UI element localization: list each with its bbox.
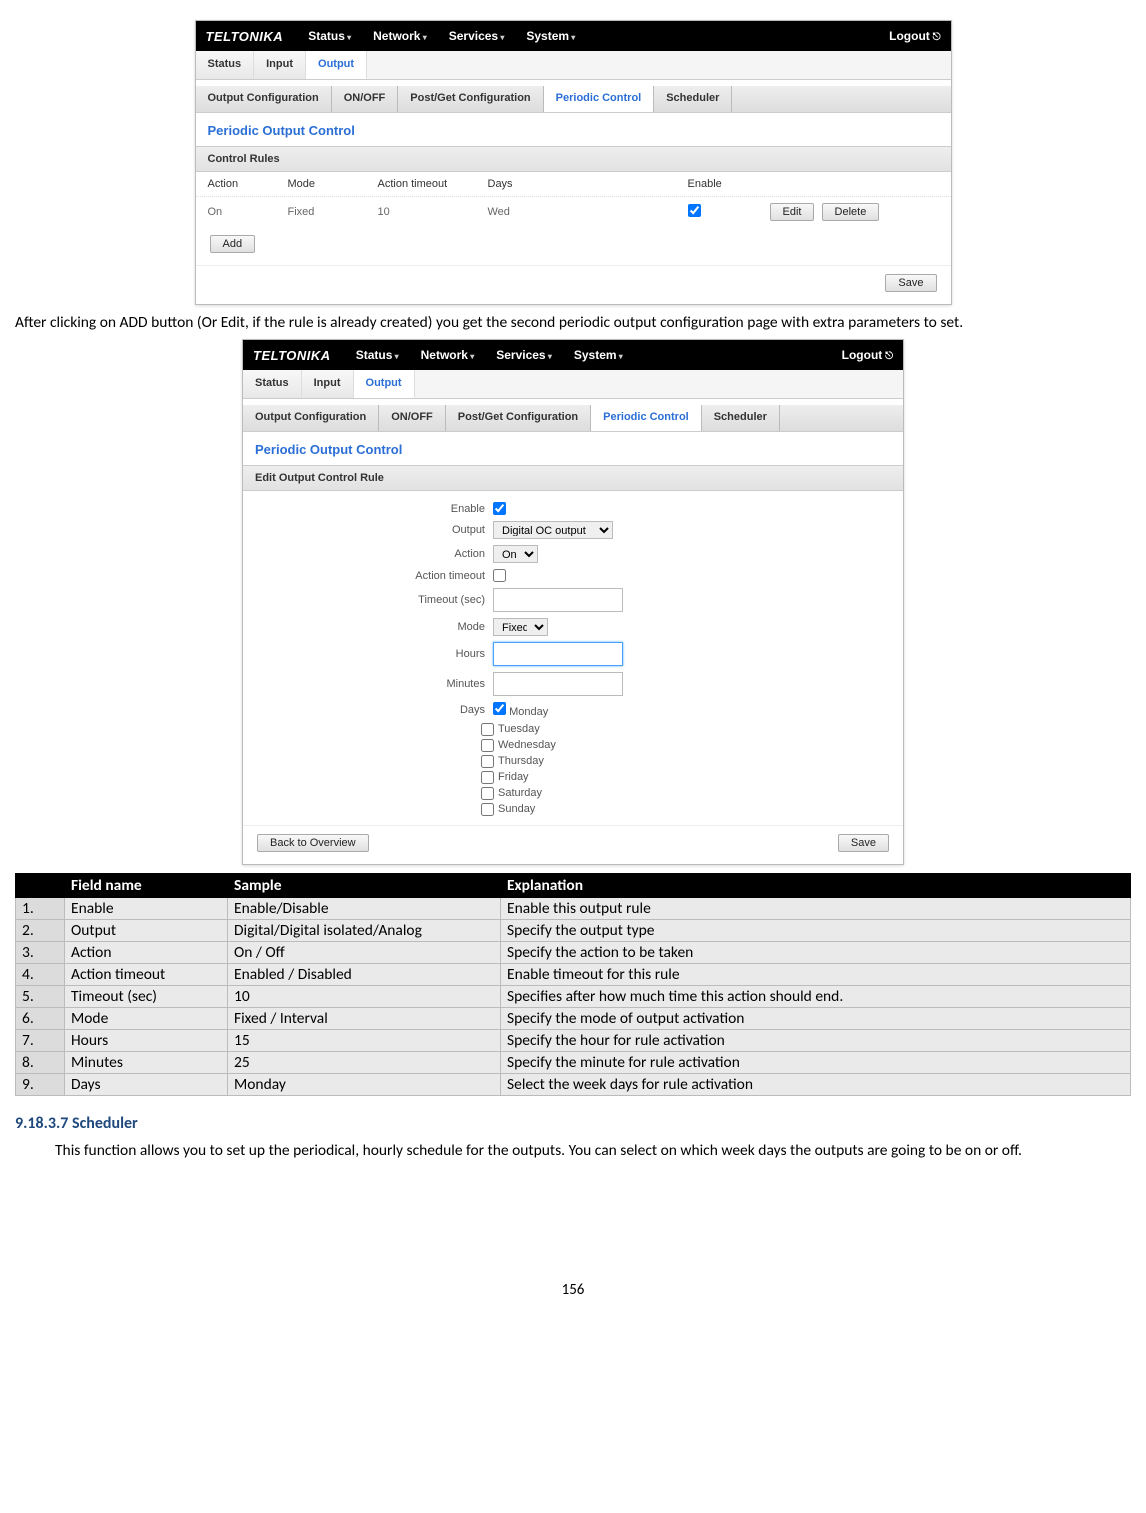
rules-table-head: Action Mode Action timeout Days Enable — [196, 172, 951, 196]
day-monday-checkbox[interactable] — [493, 702, 506, 715]
label-action-timeout: Action timeout — [255, 570, 493, 582]
day-saturday-checkbox[interactable] — [481, 787, 494, 800]
day-wednesday-checkbox[interactable] — [481, 739, 494, 752]
table-row: 7.Hours15Specify the hour for rule activ… — [16, 1030, 1131, 1052]
tab-postget[interactable]: Post/Get Configuration — [398, 86, 543, 112]
nav-status[interactable]: Status — [308, 29, 351, 43]
table-row: 3.ActionOn / OffSpecify the action to be… — [16, 942, 1131, 964]
day-friday-checkbox[interactable] — [481, 771, 494, 784]
table-row: On Fixed 10 Wed Edit Delete — [196, 196, 951, 227]
topbar: TELTONIKA Status Network Services System… — [196, 21, 951, 51]
table-row: 4.Action timeoutEnabled / DisabledEnable… — [16, 964, 1131, 986]
th-num — [16, 874, 65, 898]
add-button[interactable]: Add — [210, 235, 256, 253]
cell-timeout: 10 — [378, 206, 488, 218]
timeout-input[interactable] — [493, 588, 623, 612]
field-explanation-table: Field name Sample Explanation 1.EnableEn… — [15, 873, 1131, 1096]
table-row: 9.DaysMondaySelect the week days for rul… — [16, 1074, 1131, 1096]
nav-services[interactable]: Services — [496, 348, 552, 362]
col-timeout: Action timeout — [378, 178, 488, 190]
tab-output[interactable]: Output — [306, 51, 367, 79]
label-mode: Mode — [255, 621, 493, 633]
minutes-input[interactable] — [493, 672, 623, 696]
topbar: TELTONIKA Status Network Services System… — [243, 340, 903, 370]
table-row: 6.ModeFixed / IntervalSpecify the mode o… — [16, 1008, 1131, 1030]
section-title: Periodic Output Control — [243, 432, 903, 465]
day-sunday-checkbox[interactable] — [481, 803, 494, 816]
nav-network[interactable]: Network — [373, 29, 427, 43]
th-sample: Sample — [228, 874, 501, 898]
table-row: 5.Timeout (sec)10Specifies after how muc… — [16, 986, 1131, 1008]
label-action: Action — [255, 548, 493, 560]
col-days: Days — [488, 178, 688, 190]
logout-link[interactable]: Logout — [889, 29, 940, 43]
label-minutes: Minutes — [255, 678, 493, 690]
config-tabs: Output Configuration ON/OFF Post/Get Con… — [196, 86, 951, 113]
mode-select[interactable]: Fixed — [493, 618, 548, 636]
section-title: Periodic Output Control — [196, 113, 951, 146]
tab-status[interactable]: Status — [196, 51, 255, 79]
label-hours: Hours — [255, 648, 493, 660]
label-output: Output — [255, 524, 493, 536]
topnav-menu: Status Network Services System — [308, 29, 889, 43]
tab-periodic-control[interactable]: Periodic Control — [544, 86, 655, 112]
tab-output[interactable]: Output — [354, 370, 415, 398]
nav-status[interactable]: Status — [356, 348, 399, 362]
tab-scheduler[interactable]: Scheduler — [654, 86, 732, 112]
cell-mode: Fixed — [288, 206, 378, 218]
io-tabs: Status Input Output — [196, 51, 951, 80]
delete-button[interactable]: Delete — [822, 203, 880, 221]
day-thursday-checkbox[interactable] — [481, 755, 494, 768]
screenshot-edit-rule: TELTONIKA Status Network Services System… — [242, 339, 904, 865]
nav-services[interactable]: Services — [449, 29, 505, 43]
table-row: 2.OutputDigital/Digital isolated/AnalogS… — [16, 920, 1131, 942]
table-row: 8.Minutes25Specify the minute for rule a… — [16, 1052, 1131, 1074]
enable-checkbox[interactable] — [493, 502, 506, 515]
col-mode: Mode — [288, 178, 378, 190]
cell-action: On — [208, 206, 288, 218]
tab-onoff[interactable]: ON/OFF — [379, 405, 446, 431]
logout-link[interactable]: Logout — [842, 348, 893, 362]
tab-periodic-control[interactable]: Periodic Control — [591, 405, 702, 431]
tab-status[interactable]: Status — [243, 370, 302, 398]
nav-system[interactable]: System — [574, 348, 623, 362]
nav-system[interactable]: System — [526, 29, 575, 43]
back-button[interactable]: Back to Overview — [257, 834, 369, 852]
edit-button[interactable]: Edit — [770, 203, 815, 221]
scheduler-text: This function allows you to set up the p… — [15, 1141, 1131, 1161]
scheduler-heading: 9.18.3.7 Scheduler — [15, 1114, 1131, 1133]
table-row: 1.EnableEnable/DisableEnable this output… — [16, 898, 1131, 920]
save-button[interactable]: Save — [838, 834, 889, 852]
th-field: Field name — [65, 874, 228, 898]
logo: TELTONIKA — [253, 348, 331, 363]
control-rules-header: Control Rules — [196, 146, 951, 172]
label-enable: Enable — [255, 503, 493, 515]
tab-input[interactable]: Input — [254, 51, 306, 79]
label-timeout-sec: Timeout (sec) — [255, 594, 493, 606]
paragraph-after-add: After clicking on ADD button (Or Edit, i… — [15, 313, 1131, 333]
action-timeout-checkbox[interactable] — [493, 569, 506, 582]
tab-input[interactable]: Input — [302, 370, 354, 398]
save-button[interactable]: Save — [885, 274, 936, 292]
hours-input[interactable] — [493, 642, 623, 666]
logo: TELTONIKA — [206, 29, 284, 44]
tab-output-config[interactable]: Output Configuration — [196, 86, 332, 112]
tab-postget[interactable]: Post/Get Configuration — [446, 405, 591, 431]
action-select[interactable]: On — [493, 545, 538, 563]
tab-output-config[interactable]: Output Configuration — [243, 405, 379, 431]
cell-days: Wed — [488, 206, 688, 218]
tab-scheduler[interactable]: Scheduler — [702, 405, 780, 431]
enable-checkbox[interactable] — [688, 204, 701, 217]
col-enable: Enable — [688, 178, 768, 190]
screenshot-rules-list: TELTONIKA Status Network Services System… — [195, 20, 952, 305]
page-number: 156 — [15, 1281, 1131, 1299]
output-select[interactable]: Digital OC output — [493, 521, 613, 539]
label-days: Days — [255, 704, 493, 716]
edit-rule-header: Edit Output Control Rule — [243, 465, 903, 491]
th-explanation: Explanation — [501, 874, 1131, 898]
nav-network[interactable]: Network — [421, 348, 475, 362]
day-tuesday-checkbox[interactable] — [481, 723, 494, 736]
tab-onoff[interactable]: ON/OFF — [332, 86, 399, 112]
col-action: Action — [208, 178, 288, 190]
